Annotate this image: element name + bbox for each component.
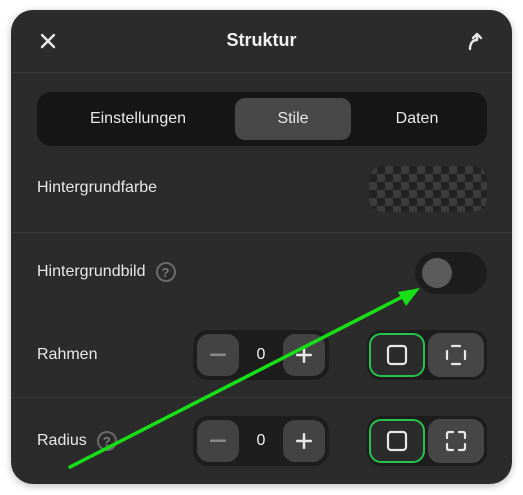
minus-icon (210, 353, 226, 356)
radius-value[interactable]: 0 (239, 416, 283, 466)
radius-increment-button[interactable] (283, 420, 325, 462)
background-color-swatch[interactable] (369, 166, 487, 212)
panel-title: Struktur (226, 30, 297, 50)
structure-panel: Struktur Einstellungen Stile Daten Hinte… (11, 10, 512, 484)
toggle-knob (422, 258, 452, 288)
radius-mode-group (367, 416, 487, 466)
divider (11, 397, 512, 398)
background-image-toggle[interactable] (415, 252, 487, 294)
border-label-text: Rahmen (37, 346, 98, 363)
background-image-label: Hintergrundbild ? (37, 262, 176, 282)
radius-stepper: 0 (193, 416, 329, 466)
border-value[interactable]: 0 (239, 330, 283, 380)
border-decrement-button[interactable] (197, 334, 239, 376)
dashed-square-icon (445, 344, 467, 366)
minus-icon (210, 439, 226, 442)
tab-einstellungen[interactable]: Einstellungen (43, 98, 233, 140)
share-icon (468, 32, 483, 51)
radius-decrement-button[interactable] (197, 420, 239, 462)
radius-label: Radius ? (37, 431, 117, 451)
share-button[interactable] (465, 30, 487, 52)
divider (11, 232, 512, 233)
square-icon (386, 430, 408, 452)
help-icon[interactable]: ? (155, 262, 176, 282)
border-all-sides-button[interactable] (369, 333, 425, 377)
help-icon[interactable]: ? (96, 431, 117, 451)
tab-daten[interactable]: Daten (353, 98, 481, 140)
panel-header: Struktur (11, 10, 512, 73)
background-color-label: Hintergrundfarbe (37, 179, 157, 197)
background-color-label-text: Hintergrundfarbe (37, 179, 158, 196)
radius-individual-corners-button[interactable] (428, 419, 484, 463)
radius-label-text: Radius (37, 432, 87, 449)
border-individual-sides-button[interactable] (428, 333, 484, 377)
border-increment-button[interactable] (283, 334, 325, 376)
border-mode-group (367, 330, 487, 380)
corners-icon (445, 430, 467, 452)
tab-bar: Einstellungen Stile Daten (37, 92, 487, 146)
radius-all-corners-button[interactable] (369, 419, 425, 463)
tab-stile[interactable]: Stile (235, 98, 351, 140)
border-stepper: 0 (193, 330, 329, 380)
square-icon (386, 344, 408, 366)
background-image-label-text: Hintergrundbild (37, 263, 146, 280)
border-label: Rahmen (37, 346, 97, 364)
plus-icon (296, 347, 312, 363)
plus-icon (296, 433, 312, 449)
